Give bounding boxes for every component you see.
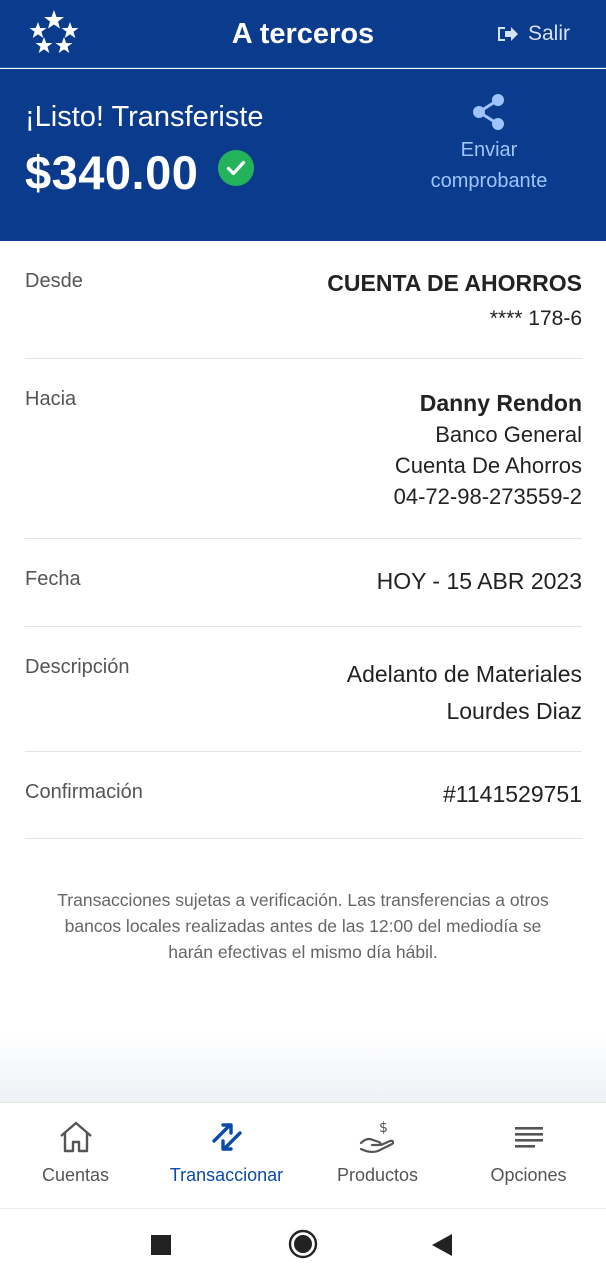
svg-text:$: $ (379, 1120, 388, 1136)
check-circle-icon (218, 150, 254, 186)
send-receipt-label-line2: comprobante (430, 170, 548, 192)
from-label: Desde (25, 270, 83, 292)
logout-label: Salir (527, 22, 570, 45)
system-nav-bar (0, 1208, 606, 1280)
detail-row-from: Desde CUENTA DE AHORROS **** 178-6 (25, 270, 582, 359)
detail-row-description: Descripción Adelanto de Materiales Lourd… (25, 656, 582, 752)
to-label: Hacia (25, 388, 77, 410)
nav-item-opciones[interactable]: Opciones (453, 1103, 604, 1209)
to-values: Danny Rendon Banco General Cuenta De Aho… (394, 388, 582, 512)
share-icon (473, 94, 504, 130)
from-account-number: **** 178-6 (489, 307, 582, 330)
description-line2: Lourdes Diaz (446, 698, 582, 724)
content-fade (0, 1030, 606, 1102)
transfer-summary: ¡Listo! Transferiste $340.00 Enviar comp… (0, 69, 606, 241)
logout-icon (497, 27, 518, 41)
nav-label-productos: Productos (336, 1165, 419, 1185)
detail-row-confirmation: Confirmación #1141529751 (25, 781, 582, 839)
home-icon (59, 1121, 92, 1153)
confirmation-label: Confirmación (25, 781, 143, 803)
hand-money-icon: $ (359, 1120, 394, 1154)
nav-label-cuentas: Cuentas (41, 1165, 110, 1185)
date-value: HOY - 15 ABR 2023 (376, 568, 582, 594)
detail-row-date: Fecha HOY - 15 ABR 2023 (25, 568, 582, 627)
home-circle-icon[interactable] (288, 1229, 318, 1259)
confirmation-number: #1141529751 (443, 781, 582, 807)
from-account-type: CUENTA DE AHORROS (327, 270, 582, 296)
date-label: Fecha (25, 568, 81, 590)
send-receipt-button[interactable]: Enviar comprobante (420, 93, 558, 197)
nav-label-opciones: Opciones (490, 1165, 567, 1185)
nav-item-transaccionar[interactable]: Transaccionar (151, 1103, 302, 1209)
recipient-account-number: 04-72-98-273559-2 (393, 484, 582, 509)
disclaimer-text: Transacciones sujetas a verificación. La… (57, 890, 549, 962)
recipient-bank: Banco General (435, 422, 582, 447)
description-line1: Adelanto de Materiales (346, 661, 582, 687)
recents-icon[interactable] (151, 1235, 171, 1255)
stars-logo-icon (29, 10, 79, 53)
detail-row-to: Hacia Danny Rendon Banco General Cuenta … (25, 388, 582, 539)
description-label: Descripción (25, 656, 130, 678)
send-receipt-label-line1: Enviar (460, 139, 518, 161)
from-values: CUENTA DE AHORROS **** 178-6 (327, 270, 582, 331)
nav-label-transaccionar: Transaccionar (169, 1165, 284, 1185)
bottom-nav: Cuentas Transaccionar $ Productos Opcion… (0, 1102, 606, 1208)
transfer-amount: $340.00 (25, 146, 199, 199)
recipient-account-type: Cuenta De Ahorros (394, 453, 582, 478)
recipient-name: Danny Rendon (419, 390, 582, 416)
app-header: A terceros Salir (0, 0, 606, 68)
transfer-arrows-icon (211, 1123, 242, 1151)
success-message: ¡Listo! Transferiste (25, 101, 264, 133)
nav-item-cuentas[interactable]: Cuentas (0, 1103, 151, 1209)
nav-item-productos[interactable]: $ Productos (302, 1103, 453, 1209)
logout-button[interactable]: Salir (496, 22, 570, 46)
menu-lines-icon (514, 1127, 543, 1148)
description-values: Adelanto de Materiales Lourdes Diaz (347, 656, 582, 730)
back-triangle-icon[interactable] (431, 1233, 453, 1257)
